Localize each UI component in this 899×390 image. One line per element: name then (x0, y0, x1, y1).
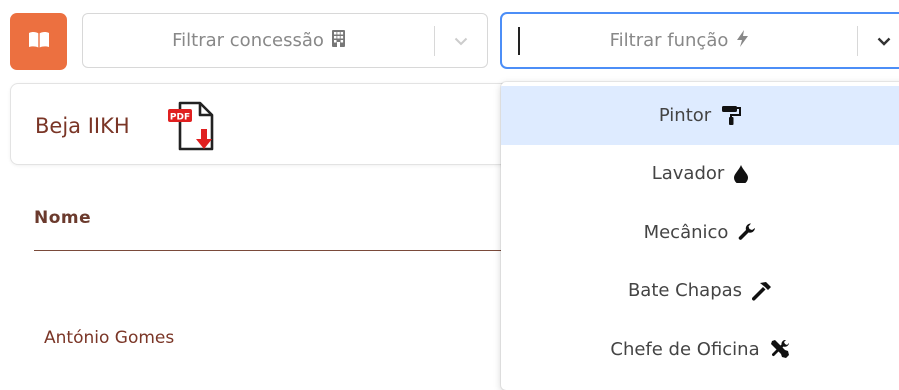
option-mecanico[interactable]: Mecânico (501, 203, 899, 262)
card-title: Beja IIKH (35, 114, 130, 138)
header-divider (34, 250, 504, 251)
funcao-dropdown-toggle[interactable] (858, 31, 899, 50)
hammer-icon (752, 281, 772, 301)
text-cursor (518, 27, 520, 55)
option-label: Chefe de Oficina (610, 338, 760, 360)
filter-concessao-label: Filtrar concessão (172, 30, 324, 51)
option-bate-chapas[interactable]: Bate Chapas (501, 262, 899, 321)
building-icon (331, 29, 345, 52)
funcao-dropdown-menu: Pintor Lavador Mecânico Bate Chapas Chef… (501, 82, 899, 390)
filter-concessao-select[interactable]: Filtrar concessão (82, 13, 488, 68)
chevron-down-icon (454, 31, 468, 50)
chevron-down-icon (877, 31, 891, 50)
book-button[interactable] (10, 13, 67, 70)
svg-text:PDF: PDF (170, 113, 190, 123)
filter-concessao-placeholder: Filtrar concessão (83, 29, 434, 52)
option-pintor[interactable]: Pintor (501, 86, 899, 145)
filter-funcao-placeholder: Filtrar função (502, 29, 857, 52)
concessao-dropdown-toggle[interactable] (435, 31, 487, 50)
option-label: Bate Chapas (627, 280, 743, 302)
option-lavador[interactable]: Lavador (501, 145, 899, 204)
option-label: Lavador (651, 163, 725, 185)
option-label: Pintor (658, 104, 712, 126)
filter-funcao-label: Filtrar função (609, 30, 729, 51)
tint-drop-icon (734, 164, 749, 183)
book-open-icon (28, 31, 50, 53)
tools-icon (770, 339, 790, 359)
table-cell-name[interactable]: António Gomes (44, 328, 174, 348)
option-label: Mecânico (643, 221, 729, 243)
filter-funcao-select[interactable]: Filtrar função (501, 13, 899, 68)
paint-roller-icon (721, 105, 742, 126)
wrench-icon (738, 223, 756, 241)
pdf-download-icon[interactable]: PDF (168, 99, 220, 159)
bolt-icon (736, 29, 749, 52)
column-header-nome[interactable]: Nome (34, 208, 91, 228)
option-chefe-de-oficina[interactable]: Chefe de Oficina (501, 320, 899, 379)
